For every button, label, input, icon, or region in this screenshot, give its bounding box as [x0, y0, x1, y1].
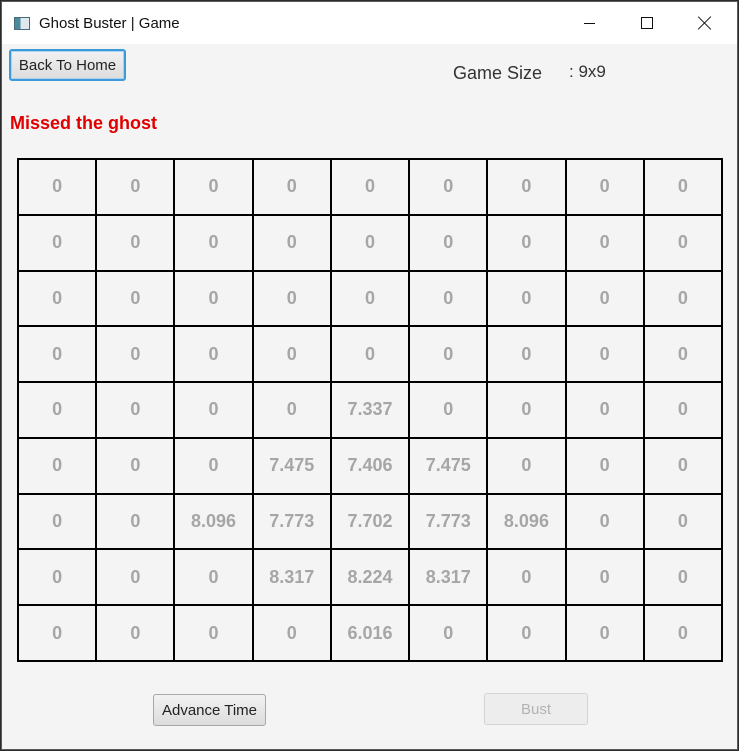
grid-cell[interactable]: 0: [252, 159, 331, 215]
grid-cell[interactable]: 8.224: [330, 549, 410, 606]
grid-cell[interactable]: 0: [643, 270, 722, 327]
grid-cell[interactable]: 0: [174, 326, 253, 383]
grid-cell[interactable]: 0: [565, 159, 644, 215]
grid-cell[interactable]: 0: [330, 326, 410, 383]
grid-cell[interactable]: 0: [643, 214, 722, 271]
grid-cell[interactable]: 0: [487, 437, 566, 494]
game-grid: 0000000000000000000000000000000000000000…: [17, 158, 723, 662]
status-message: Missed the ghost: [10, 113, 158, 133]
app-window-icon: [14, 17, 30, 30]
grid-cell[interactable]: 0: [330, 159, 410, 215]
grid-cell[interactable]: 0: [174, 214, 253, 271]
grid-cell[interactable]: 7.702: [330, 493, 410, 550]
bust-button[interactable]: Bust: [484, 693, 588, 725]
grid-cell[interactable]: 0: [643, 382, 722, 438]
grid-cell[interactable]: 0: [409, 382, 488, 438]
grid-cell[interactable]: 0: [565, 214, 644, 271]
game-size-label: Game Size: [453, 63, 543, 83]
minimize-button[interactable]: [566, 2, 612, 44]
grid-cell[interactable]: 7.773: [409, 493, 488, 550]
grid-cell[interactable]: 0: [18, 326, 97, 383]
game-window: Ghost Buster | Game Back To Home Game Si…: [1, 1, 738, 750]
grid-cell[interactable]: 0: [174, 605, 253, 661]
grid-cell[interactable]: 0: [18, 605, 97, 661]
grid-cell[interactable]: 0: [174, 270, 253, 327]
grid-cell[interactable]: 0: [643, 493, 722, 550]
grid-cell[interactable]: 0: [487, 605, 566, 661]
grid-cell[interactable]: 6.016: [330, 605, 410, 661]
grid-cell[interactable]: 0: [643, 159, 722, 215]
grid-cell[interactable]: 0: [565, 270, 644, 327]
grid-cell[interactable]: 8.317: [252, 549, 331, 606]
grid-cell[interactable]: 8.317: [409, 549, 488, 606]
grid-cell[interactable]: 0: [96, 605, 175, 661]
title-bar[interactable]: Ghost Buster | Game: [2, 2, 737, 44]
grid-cell[interactable]: 0: [252, 382, 331, 438]
grid-cell[interactable]: 0: [487, 549, 566, 606]
grid-cell[interactable]: 0: [487, 270, 566, 327]
window-title: Ghost Buster | Game: [39, 15, 180, 32]
grid-cell[interactable]: 0: [643, 326, 722, 383]
game-size-value: : 9x9: [569, 62, 606, 81]
grid-cell[interactable]: 0: [252, 605, 331, 661]
maximize-icon: [641, 17, 653, 29]
grid-cell[interactable]: 0: [643, 549, 722, 606]
grid-cell[interactable]: 0: [18, 214, 97, 271]
grid-cell[interactable]: 8.096: [487, 493, 566, 550]
minimize-icon: [583, 22, 595, 24]
grid-cell[interactable]: 7.337: [330, 382, 410, 438]
grid-cell[interactable]: 0: [174, 437, 253, 494]
grid-cell[interactable]: 0: [18, 493, 97, 550]
grid-cell[interactable]: 7.773: [252, 493, 331, 550]
grid-cell[interactable]: 0: [174, 549, 253, 606]
grid-cell[interactable]: 0: [409, 270, 488, 327]
close-icon: [698, 16, 712, 30]
grid-cell[interactable]: 0: [96, 382, 175, 438]
grid-cell[interactable]: 0: [643, 437, 722, 494]
grid-cell[interactable]: 0: [409, 326, 488, 383]
grid-cell[interactable]: 7.475: [252, 437, 331, 494]
close-button[interactable]: [682, 2, 728, 44]
grid-cell[interactable]: 0: [565, 493, 644, 550]
grid-cell[interactable]: 0: [565, 549, 644, 606]
grid-cell[interactable]: 0: [487, 326, 566, 383]
grid-cell[interactable]: 7.406: [330, 437, 410, 494]
grid-cell[interactable]: 0: [409, 214, 488, 271]
grid-cell[interactable]: 0: [252, 214, 331, 271]
grid-cell[interactable]: 8.096: [174, 493, 253, 550]
maximize-button[interactable]: [624, 2, 670, 44]
grid-cell[interactable]: 0: [174, 159, 253, 215]
grid-cell[interactable]: 0: [409, 159, 488, 215]
grid-cell[interactable]: 0: [565, 326, 644, 383]
advance-time-button[interactable]: Advance Time: [153, 694, 266, 726]
grid-cell[interactable]: 0: [18, 159, 97, 215]
grid-cell[interactable]: 0: [330, 214, 410, 271]
grid-cell[interactable]: 0: [96, 437, 175, 494]
grid-cell[interactable]: 0: [174, 382, 253, 438]
back-to-home-button[interactable]: Back To Home: [9, 49, 126, 81]
grid-cell[interactable]: 0: [565, 382, 644, 438]
grid-cell[interactable]: 0: [18, 382, 97, 438]
grid-cell[interactable]: 0: [18, 549, 97, 606]
grid-cell[interactable]: 0: [96, 493, 175, 550]
grid-cell[interactable]: 0: [96, 270, 175, 327]
grid-cell[interactable]: 0: [330, 270, 410, 327]
grid-cell[interactable]: 0: [487, 159, 566, 215]
grid-cell[interactable]: 0: [96, 326, 175, 383]
grid-cell[interactable]: 0: [96, 549, 175, 606]
grid-cell[interactable]: 0: [643, 605, 722, 661]
grid-cell[interactable]: 0: [487, 382, 566, 438]
grid-cell[interactable]: 0: [96, 214, 175, 271]
grid-cell[interactable]: 0: [18, 270, 97, 327]
grid-cell[interactable]: 0: [565, 437, 644, 494]
grid-cell[interactable]: 0: [252, 270, 331, 327]
grid-cell[interactable]: 0: [96, 159, 175, 215]
grid-cell[interactable]: 0: [487, 214, 566, 271]
grid-cell[interactable]: 0: [565, 605, 644, 661]
grid-cell[interactable]: 7.475: [409, 437, 488, 494]
grid-cell[interactable]: 0: [409, 605, 488, 661]
grid-cell[interactable]: 0: [18, 437, 97, 494]
grid-cell[interactable]: 0: [252, 326, 331, 383]
